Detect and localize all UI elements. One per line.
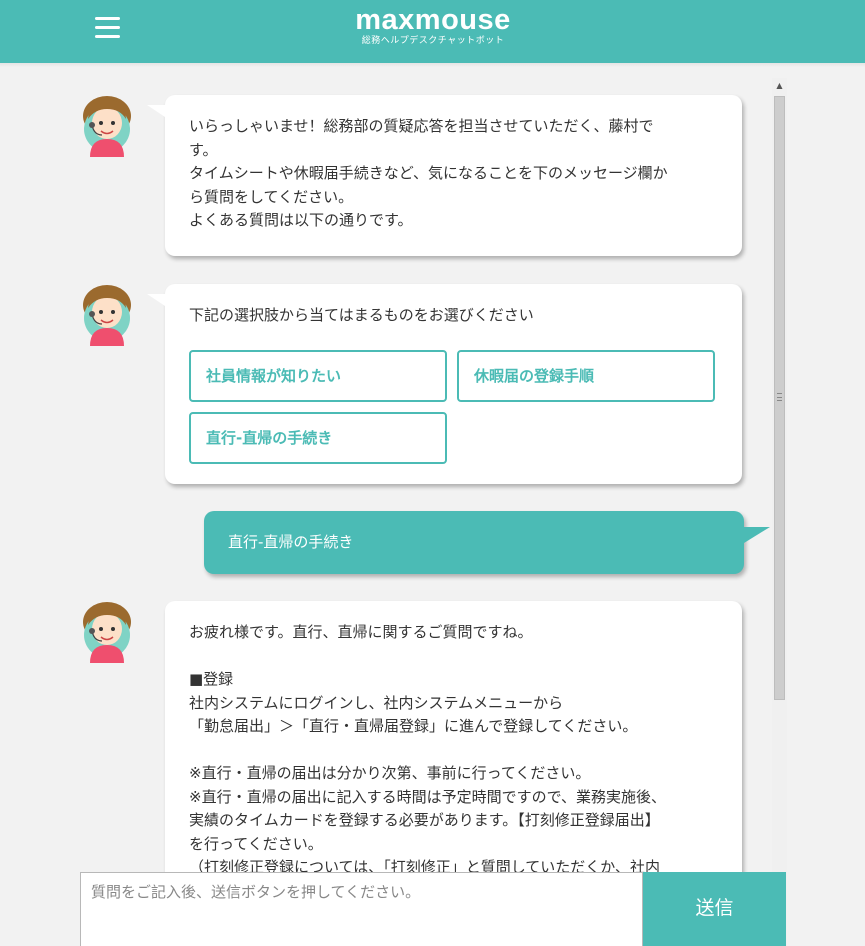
message-line xyxy=(189,739,718,763)
bot-avatar-icon xyxy=(83,602,131,663)
message-line: す。 xyxy=(189,140,218,159)
message-line: お疲れ様です。直行、直帰に関するご質問ですね。 xyxy=(189,623,533,641)
message-line: ※直行・直帰の届出は分かり次第、事前に行ってください。 xyxy=(189,764,591,782)
header-shadow xyxy=(0,63,865,67)
message-line: 「勤怠届出」＞「直行・直帰届登録」に進んで登録してください。 xyxy=(189,717,638,735)
hamburger-menu-icon[interactable] xyxy=(95,17,120,39)
user-message: 直行-直帰の手続き xyxy=(204,511,770,574)
message-line: タイムシートや休暇届手続きなど、気になることを下のメッセージ欄か xyxy=(189,164,668,182)
logo-text: maxmouse xyxy=(355,4,511,36)
scroll-up-arrow-icon[interactable]: ▲ xyxy=(772,78,787,94)
bot-message-procedure: お疲れ様です。直行、直帰に関するご質問ですね。 ■登録 社内システムにログインし… xyxy=(165,601,742,901)
message-line: よくある質問は以下の通りです。 xyxy=(189,211,413,229)
message-line: 実績のタイムカードを登録する必要があります。【打刻修正登録届出】 xyxy=(189,811,660,829)
choice-direct-commute-button[interactable]: 直行-直帰の手続き xyxy=(189,412,447,464)
message-line: を行ってください。 xyxy=(189,834,323,853)
question-input[interactable]: 質問をご記入後、送信ボタンを押してください。 xyxy=(80,872,643,946)
message-line: いらっしゃいませ！総務部の質疑応答を担当させていただく、藤村で xyxy=(189,117,654,135)
message-line xyxy=(189,645,718,669)
user-message-text: 直行-直帰の手続き xyxy=(228,533,354,551)
choices-prompt: 下記の選択肢から当てはまるものをお選びください xyxy=(189,306,534,324)
choice-employee-info-button[interactable]: 社員情報が知りたい xyxy=(189,350,447,402)
app-logo: maxmouse 総務ヘルプデスクチャットボット xyxy=(340,4,526,46)
app-header: maxmouse 総務ヘルプデスクチャットボット xyxy=(0,0,865,63)
bot-avatar-icon xyxy=(83,96,131,157)
message-line: ■登録 xyxy=(189,670,234,688)
bot-avatar-icon xyxy=(83,285,131,346)
scrollbar-grip-icon xyxy=(777,393,782,401)
message-line: 社内システムにログインし、社内システムメニューから xyxy=(189,693,564,712)
scrollbar-thumb[interactable] xyxy=(774,96,785,700)
send-button[interactable]: 送信 xyxy=(643,872,786,946)
logo-subtitle: 総務ヘルプデスクチャットボット xyxy=(361,36,505,46)
message-line: ※直行・直帰の届出に記入する時間は予定時間ですので、業務実施後、 xyxy=(189,787,666,806)
bot-message-welcome: いらっしゃいませ！総務部の質疑応答を担当させていただく、藤村で す。 タイムシー… xyxy=(147,95,742,256)
choice-leave-registration-button[interactable]: 休暇届の登録手順 xyxy=(457,350,715,402)
bot-message-choices: 下記の選択肢から当てはまるものをお選びください 社員情報が知りたい 休暇届の登録… xyxy=(147,284,742,484)
chat-scrollbar[interactable]: ▲ xyxy=(772,78,787,946)
message-line: ら質問をしてください。 xyxy=(189,187,354,206)
